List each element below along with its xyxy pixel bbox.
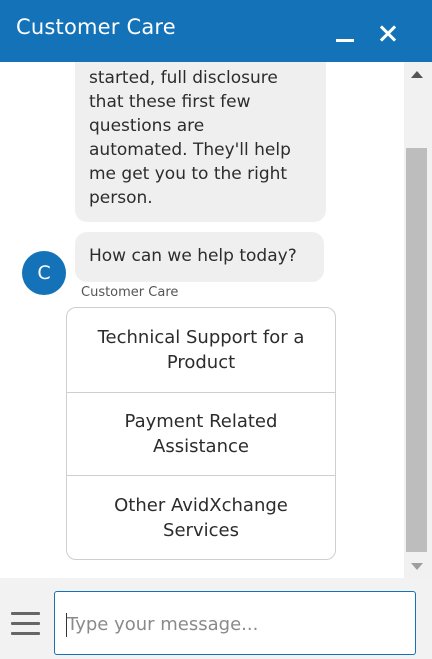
- bot-message-bubble: How can we help today?: [75, 232, 324, 282]
- message-list[interactable]: started, full disclosure that these firs…: [0, 62, 404, 578]
- quick-reply-other-services[interactable]: Other AvidXchange Services: [67, 476, 335, 559]
- quick-reply-label: Other AvidXchange Services: [114, 494, 288, 541]
- composer-bar: [0, 578, 432, 659]
- quick-reply-payment-assistance[interactable]: Payment Related Assistance: [67, 393, 335, 476]
- message-input-wrapper[interactable]: [54, 591, 416, 655]
- text-cursor: [66, 613, 67, 637]
- quick-reply-technical-support[interactable]: Technical Support for a Product: [67, 308, 335, 393]
- bot-message-bubble: started, full disclosure that these firs…: [75, 62, 326, 222]
- bot-message-text: How can we help today?: [89, 246, 297, 266]
- scroll-down-arrow-icon[interactable]: [411, 563, 423, 570]
- bot-message-text: started, full disclosure that these firs…: [89, 68, 291, 208]
- scroll-up-arrow-icon[interactable]: [411, 71, 423, 78]
- quick-reply-label: Technical Support for a Product: [97, 327, 305, 373]
- avatar: C: [22, 251, 66, 295]
- message-input[interactable]: [67, 610, 397, 638]
- quick-reply-label: Payment Related Assistance: [124, 411, 278, 457]
- quick-reply-options: Technical Support for a Product Payment …: [66, 307, 336, 560]
- chat-header: Customer Care: [0, 0, 432, 62]
- scrollbar-thumb[interactable]: [406, 148, 427, 552]
- minimize-icon[interactable]: [334, 24, 356, 42]
- close-icon[interactable]: [376, 21, 402, 47]
- chat-title: Customer Care: [16, 15, 176, 39]
- hamburger-menu-icon[interactable]: [11, 612, 41, 638]
- sender-name: Customer Care: [81, 285, 179, 300]
